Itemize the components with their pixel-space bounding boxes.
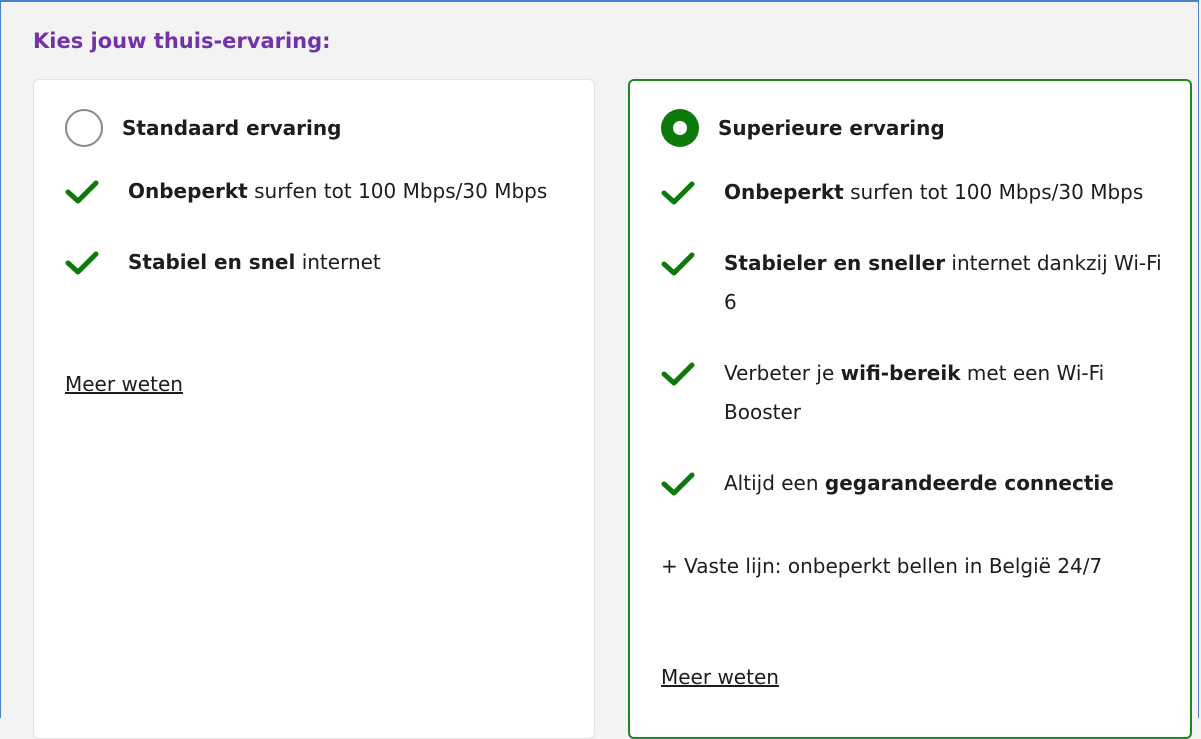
check-icon xyxy=(65,251,99,275)
feature-text: internet xyxy=(295,250,381,274)
section-heading: Kies jouw thuis-ervaring: xyxy=(33,29,331,53)
option-label: Standaard ervaring xyxy=(122,116,342,140)
more-info-link[interactable]: Meer weten xyxy=(65,372,183,396)
check-icon xyxy=(661,252,695,276)
check-icon xyxy=(65,180,99,204)
feature-highlight: Onbeperkt xyxy=(128,179,248,203)
feature-text-before: Altijd een xyxy=(724,471,825,495)
radio-button-icon[interactable] xyxy=(661,109,699,147)
experience-selector: Kies jouw thuis-ervaring: Standaard erva… xyxy=(0,0,1199,739)
feature-item: Onbeperkt surfen tot 100 Mbps/30 Mbps xyxy=(661,173,1171,212)
option-label: Superieure ervaring xyxy=(718,116,945,140)
feature-highlight: Stabiel en snel xyxy=(128,250,296,274)
feature-highlight: Onbeperkt xyxy=(724,180,844,204)
feature-item: Stabieler en sneller internet dankzij Wi… xyxy=(661,244,1171,322)
feature-text: surfen tot 100 Mbps/30 Mbps xyxy=(843,180,1144,204)
feature-text-before: Verbeter je xyxy=(724,361,841,385)
feature-list: Onbeperkt surfen tot 100 Mbps/30 Mbps St… xyxy=(661,173,1171,535)
radio-button-icon[interactable] xyxy=(65,109,103,147)
check-icon xyxy=(661,472,695,496)
option-header[interactable]: Standaard ervaring xyxy=(65,109,341,147)
more-info-link[interactable]: Meer weten xyxy=(661,665,779,689)
option-header[interactable]: Superieure ervaring xyxy=(661,109,945,147)
fixed-line-note: + Vaste lijn: onbeperkt bellen in België… xyxy=(661,554,1103,578)
check-icon xyxy=(661,181,695,205)
option-card-superior[interactable]: Superieure ervaring Onbeperkt surfen tot… xyxy=(628,79,1192,739)
feature-item: Stabiel en snel internet xyxy=(65,243,575,282)
feature-highlight: gegarandeerde connectie xyxy=(824,471,1114,495)
feature-highlight: Stabieler en sneller xyxy=(724,251,946,275)
feature-list: Onbeperkt surfen tot 100 Mbps/30 Mbps St… xyxy=(65,172,575,314)
feature-item: Verbeter je wifi-bereik met een Wi-Fi Bo… xyxy=(661,354,1171,432)
feature-item: Altijd een gegarandeerde connectie xyxy=(661,464,1171,503)
check-icon xyxy=(661,362,695,386)
feature-item: Onbeperkt surfen tot 100 Mbps/30 Mbps xyxy=(65,172,575,211)
option-card-standard[interactable]: Standaard ervaring Onbeperkt surfen tot … xyxy=(33,79,595,739)
feature-highlight: wifi-bereik xyxy=(840,361,961,385)
feature-text: surfen tot 100 Mbps/30 Mbps xyxy=(247,179,548,203)
